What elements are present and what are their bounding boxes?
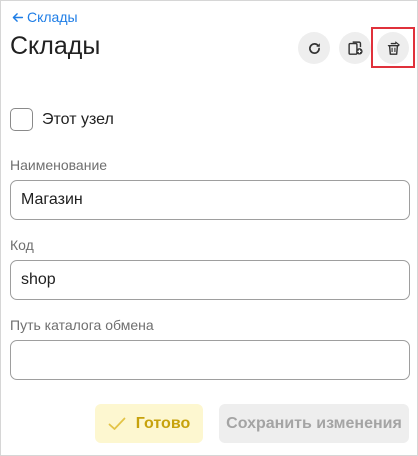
code-label: Код: [10, 237, 34, 253]
arrow-left-icon: [12, 12, 24, 22]
refresh-button[interactable]: [298, 32, 330, 64]
back-link-label: Склады: [27, 9, 78, 25]
refresh-icon: [308, 42, 320, 54]
done-button[interactable]: Готово: [95, 404, 203, 443]
copy-add-icon: [347, 40, 363, 55]
back-link[interactable]: Склады: [11, 9, 78, 25]
exchange-path-label: Путь каталога обмена: [10, 317, 154, 333]
save-button-label: Сохранить изменения: [226, 414, 402, 432]
checkbox-label: Этот узел: [42, 110, 114, 128]
code-input[interactable]: [10, 260, 410, 300]
app-window: Склады Склады Этот узел Наименование Маг…: [0, 0, 418, 456]
save-changes-button[interactable]: Сохранить изменения: [219, 404, 409, 443]
page-title: Склады: [10, 32, 101, 60]
highlight-frame: [371, 27, 415, 68]
name-label: Наименование: [10, 157, 108, 173]
name-input[interactable]: [10, 180, 410, 220]
done-button-label: Готово: [135, 414, 191, 432]
this-node-checkbox[interactable]: Этот узел: [10, 108, 114, 131]
checkmark-icon: [108, 417, 126, 430]
copy-add-button[interactable]: [339, 32, 371, 64]
checkbox-box[interactable]: [10, 108, 33, 131]
exchange-path-input[interactable]: [10, 340, 410, 380]
